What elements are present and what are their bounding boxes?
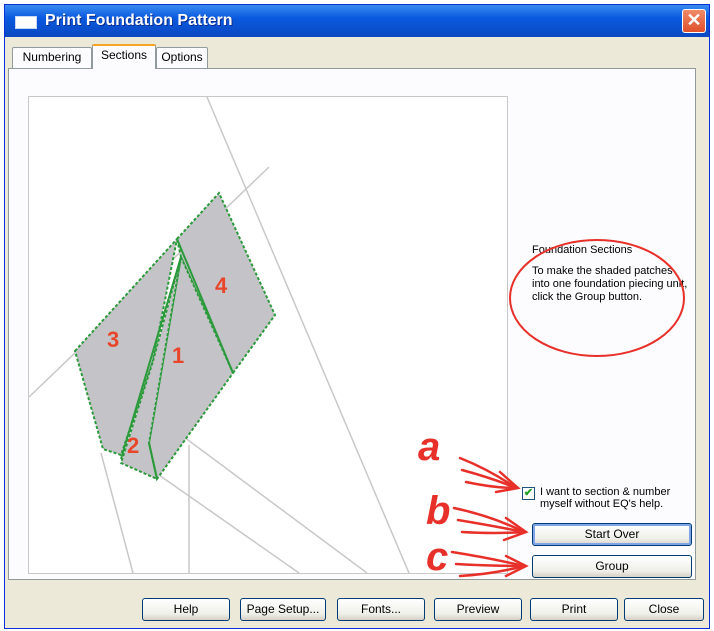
block-drawing: 1 2 3 4 [28, 96, 410, 574]
info-body: To make the shaded patches into one foun… [532, 265, 688, 303]
title-bar[interactable]: Print Foundation Pattern ✕ [5, 5, 709, 37]
shaded-patches [73, 191, 277, 482]
manual-section-checkbox[interactable]: ✔ [522, 487, 535, 500]
print-button[interactable]: Print [530, 598, 618, 621]
group-button[interactable]: Group [532, 555, 692, 578]
preview-button[interactable]: Preview [434, 598, 522, 621]
patch-label-4: 4 [215, 273, 228, 298]
fonts-button[interactable]: Fonts... [337, 598, 425, 621]
patch-label-3: 3 [107, 327, 119, 352]
patch-label-2: 2 [127, 433, 139, 458]
tab-options[interactable]: Options [156, 47, 208, 68]
info-heading: Foundation Sections [532, 244, 633, 256]
tab-sections[interactable]: Sections [92, 44, 156, 69]
window-title: Print Foundation Pattern [45, 12, 233, 29]
help-button[interactable]: Help [142, 598, 230, 621]
patch-label-1: 1 [172, 343, 184, 368]
window-icon [15, 16, 37, 29]
pattern-canvas[interactable]: 1 2 3 4 [28, 96, 508, 574]
close-button[interactable]: Close [624, 598, 704, 621]
page-setup-button[interactable]: Page Setup... [240, 598, 326, 621]
start-over-button[interactable]: Start Over [532, 523, 692, 546]
close-icon[interactable]: ✕ [682, 9, 706, 33]
tab-numbering[interactable]: Numbering [12, 47, 92, 68]
info-text: Foundation Sections To make the shaded p… [532, 244, 692, 312]
manual-section-label: I want to section & number myself withou… [540, 486, 671, 510]
